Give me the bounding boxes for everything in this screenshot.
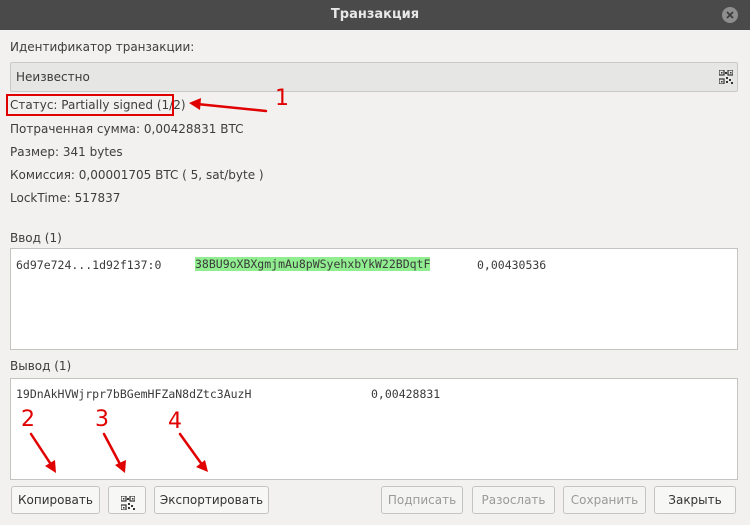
annotation-arrows: [29, 98, 268, 473]
